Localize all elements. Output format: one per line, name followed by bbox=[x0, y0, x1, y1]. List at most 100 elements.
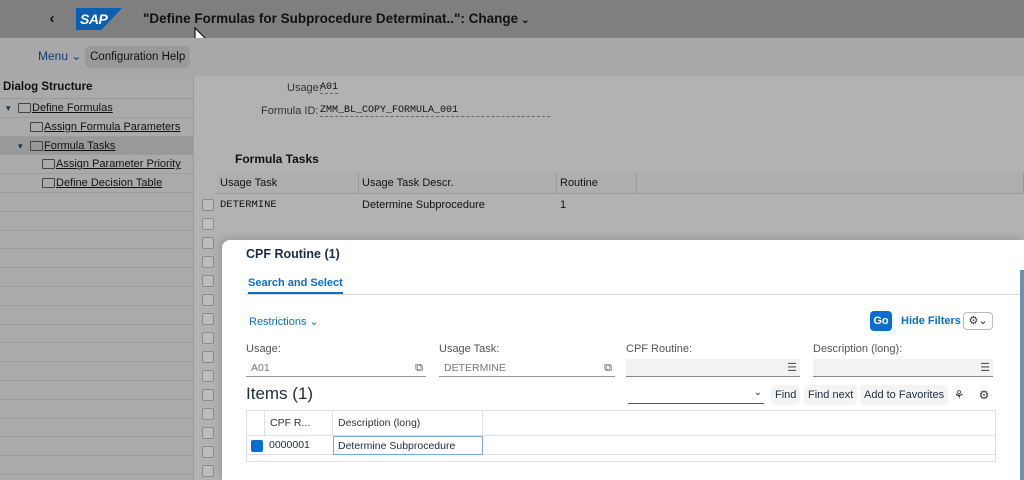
row-selector[interactable] bbox=[202, 351, 214, 363]
search-scope-select[interactable]: ⌄ bbox=[628, 386, 764, 404]
usage-task-filter-value: DETERMINE bbox=[444, 362, 506, 374]
tree-item-define-formulas[interactable]: ▾ Define Formulas bbox=[0, 99, 193, 118]
row-selector[interactable] bbox=[202, 370, 214, 382]
description-filter-label: Description (long): bbox=[813, 343, 903, 355]
column-cpf-routine[interactable]: CPF R... bbox=[265, 411, 333, 435]
empty-row bbox=[0, 381, 193, 400]
row-selector[interactable] bbox=[202, 294, 214, 306]
row-selector[interactable] bbox=[202, 199, 214, 211]
usage-task-filter-label: Usage Task: bbox=[439, 343, 500, 355]
personalize-icon[interactable]: ⚘ bbox=[949, 385, 969, 405]
chevron-down-icon: ⌄ bbox=[521, 15, 530, 26]
cell-usage-task-descr[interactable]: Determine Subprocedure bbox=[359, 196, 485, 215]
cell-description[interactable]: Determine Subprocedure bbox=[333, 436, 483, 455]
value-help-icon[interactable]: ☰ bbox=[980, 359, 990, 377]
usage-filter-value: A01 bbox=[251, 362, 270, 374]
empty-row bbox=[0, 231, 193, 250]
back-icon[interactable]: ‹ bbox=[44, 10, 60, 28]
items-table: CPF R... Description (long) 0000001 Dete… bbox=[246, 410, 996, 462]
tree-item-label[interactable]: Formula Tasks bbox=[44, 137, 115, 155]
row-selector[interactable] bbox=[202, 408, 214, 420]
empty-row bbox=[0, 325, 193, 344]
row-selector[interactable] bbox=[202, 313, 214, 325]
usage-filter-input[interactable]: A01 ⧉ bbox=[246, 359, 426, 377]
row-selector[interactable] bbox=[202, 256, 214, 268]
menu-button[interactable]: Menu ⌄ bbox=[38, 49, 81, 63]
tree-item-formula-tasks[interactable]: ▾ Formula Tasks bbox=[0, 136, 193, 156]
settings-icon[interactable]: ⚙⌄ bbox=[963, 312, 993, 330]
folder-icon bbox=[42, 159, 55, 170]
description-filter-input[interactable]: ☰ bbox=[813, 359, 993, 377]
row-selector[interactable] bbox=[202, 218, 214, 230]
settings-icon[interactable]: ⚙ bbox=[974, 385, 994, 405]
value-help-icon[interactable]: ⧉ bbox=[604, 359, 612, 377]
empty-row bbox=[0, 287, 193, 306]
chevron-down-icon: ⌄ bbox=[753, 387, 762, 398]
empty-row bbox=[0, 400, 193, 419]
dialog-title: CPF Routine (1) bbox=[246, 247, 340, 261]
menu-label: Menu bbox=[38, 49, 69, 63]
value-help-icon[interactable]: ⧉ bbox=[415, 359, 423, 377]
tree-item-label[interactable]: Define Decision Table bbox=[56, 174, 162, 192]
items-title: Items (1) bbox=[246, 384, 314, 403]
folder-icon bbox=[30, 121, 43, 132]
row-selector[interactable] bbox=[202, 446, 214, 458]
empty-row bbox=[0, 306, 193, 325]
column-description[interactable]: Description (long) bbox=[333, 411, 483, 435]
restrictions-label: Restrictions bbox=[249, 316, 307, 328]
usage-value[interactable]: A01 bbox=[320, 82, 339, 94]
empty-row bbox=[0, 193, 193, 212]
tab-search-and-select[interactable]: Search and Select bbox=[248, 277, 343, 294]
cell-cpf-routine[interactable]: 0000001 bbox=[265, 436, 333, 455]
tree-item-label[interactable]: Assign Parameter Priority bbox=[56, 155, 181, 173]
formula-id-label: Formula ID: bbox=[261, 105, 319, 117]
row-selected-checkbox[interactable] bbox=[251, 440, 263, 452]
toolbar: Menu ⌄ Configuration Help bbox=[0, 38, 1024, 76]
formula-tasks-title: Formula Tasks bbox=[235, 152, 319, 166]
tree-item-label[interactable]: Assign Formula Parameters bbox=[44, 118, 180, 136]
row-selector[interactable] bbox=[202, 237, 214, 249]
empty-row bbox=[0, 343, 193, 363]
column-usage-task[interactable]: Usage Task bbox=[217, 172, 359, 194]
usage-label: Usage: bbox=[287, 82, 322, 94]
app-title[interactable]: "Define Formulas for Subprocedure Determ… bbox=[143, 11, 530, 26]
restrictions-button[interactable]: Restrictions ⌄ bbox=[249, 315, 319, 328]
configuration-help-button[interactable]: Configuration Help bbox=[85, 46, 191, 68]
folder-open-icon bbox=[30, 140, 43, 151]
row-selector[interactable] bbox=[202, 275, 214, 287]
column-routine[interactable]: Routine bbox=[557, 172, 637, 194]
row-selector[interactable] bbox=[202, 465, 214, 477]
column-empty bbox=[637, 172, 1024, 194]
cell-usage-task[interactable]: DETERMINE bbox=[217, 196, 277, 215]
value-help-icon[interactable]: ☰ bbox=[787, 359, 797, 377]
hide-filters-button[interactable]: Hide Filters bbox=[901, 315, 961, 327]
empty-row bbox=[0, 419, 193, 438]
usage-task-filter-input[interactable]: DETERMINE ⧉ bbox=[439, 359, 615, 377]
table-row[interactable]: 0000001 Determine Subprocedure bbox=[247, 435, 995, 455]
tree-item-assign-formula-parameters[interactable]: Assign Formula Parameters bbox=[0, 118, 193, 137]
row-selector[interactable] bbox=[202, 389, 214, 401]
empty-row bbox=[0, 456, 193, 475]
shell-bar: ‹ SAP "Define Formulas for Subprocedure … bbox=[0, 0, 1024, 55]
add-to-favorites-button[interactable]: Add to Favorites bbox=[860, 385, 949, 405]
find-button[interactable]: Find bbox=[771, 385, 801, 405]
row-selector[interactable] bbox=[202, 427, 214, 439]
scrollbar[interactable] bbox=[1020, 270, 1024, 480]
empty-row bbox=[0, 212, 193, 231]
row-selector[interactable] bbox=[202, 332, 214, 344]
cpf-routine-filter-input[interactable]: ☰ bbox=[626, 359, 800, 377]
find-next-button[interactable]: Find next bbox=[804, 385, 858, 405]
chevron-down-icon[interactable]: ▾ bbox=[18, 137, 23, 155]
chevron-down-icon: ⌄ bbox=[71, 49, 82, 63]
app-title-text: "Define Formulas for Subprocedure Determ… bbox=[143, 11, 519, 26]
chevron-down-icon[interactable]: ▾ bbox=[6, 99, 11, 117]
dialog-structure-title: Dialog Structure bbox=[0, 76, 193, 99]
tree-item-label[interactable]: Define Formulas bbox=[32, 99, 113, 117]
tree-item-assign-parameter-priority[interactable]: Assign Parameter Priority bbox=[0, 155, 193, 175]
tree-item-define-decision-table[interactable]: Define Decision Table bbox=[0, 174, 193, 193]
cell-routine[interactable]: 1 bbox=[557, 196, 566, 215]
formula-id-value[interactable]: ZMM_BL_COPY_FORMULA_001 bbox=[320, 105, 550, 117]
column-usage-task-descr[interactable]: Usage Task Descr. bbox=[359, 172, 557, 194]
go-button[interactable]: Go bbox=[870, 311, 892, 331]
select-column-header bbox=[247, 411, 265, 435]
